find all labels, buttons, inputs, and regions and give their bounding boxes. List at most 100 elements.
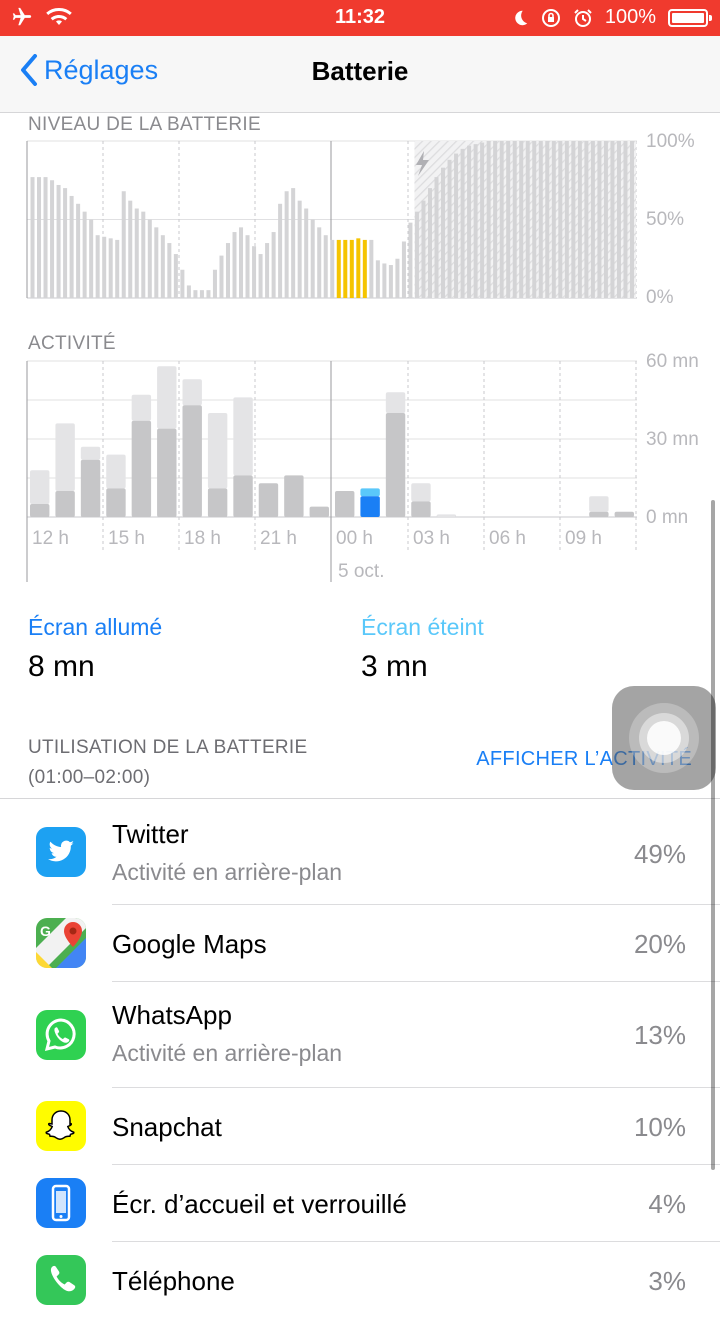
scrollbar[interactable] [711, 500, 715, 1170]
svg-text:G: G [40, 923, 51, 939]
list-item-twitter[interactable]: Twitter Activité en arrière-plan 49% [0, 799, 720, 905]
alarm-icon [574, 8, 592, 27]
battery-bar [460, 148, 465, 298]
twitter-icon [36, 827, 86, 877]
battery-bar [43, 177, 48, 298]
app-name: Twitter [112, 819, 189, 849]
activity-bar-screen-off [157, 366, 177, 429]
app-subtitle: Activité en arrière-plan [112, 859, 343, 885]
battery-bar [219, 255, 224, 298]
battery-bar [401, 241, 406, 298]
battery-bar [167, 243, 172, 298]
battery-bar [506, 141, 511, 298]
assistive-touch-button[interactable] [612, 686, 716, 790]
battery-bar [212, 269, 217, 298]
battery-bar [525, 141, 530, 298]
app-percent: 4% [648, 1189, 686, 1219]
battery-bar [317, 227, 322, 298]
battery-bar [629, 141, 634, 298]
navigation-bar: Réglages Batterie [0, 36, 720, 113]
battery-percent: 100% [604, 6, 656, 28]
battery-bar [597, 141, 602, 298]
battery-bar [304, 208, 309, 298]
activity-x-tick-label: 09 h [565, 528, 602, 549]
activity-bar-screen-off [55, 423, 75, 491]
battery-bar [95, 235, 100, 298]
list-item-google-maps[interactable]: G Google Maps 20% [0, 905, 720, 982]
battery-bar [154, 227, 159, 298]
activity-bar-screen-on [411, 501, 431, 517]
battery-bar [408, 222, 413, 298]
activity-bar-screen-off [385, 392, 406, 413]
battery-bar [577, 141, 582, 298]
activity-bar-screen-off [207, 413, 228, 489]
activity-bar-screen-off [589, 496, 609, 512]
battery-bar [128, 200, 133, 298]
app-usage-list: Twitter Activité en arrière-plan 49% G G… [0, 798, 720, 1319]
page-title: Batterie [311, 56, 409, 86]
battery-bar [82, 211, 87, 298]
activity-bar-screen-off [182, 379, 202, 406]
app-percent: 49% [633, 839, 686, 869]
activity-bar-screen-on [207, 488, 228, 517]
battery-bar [199, 290, 204, 298]
battery-bar [388, 265, 393, 298]
status-right-icons: 100% [511, 6, 712, 29]
battery-bar [147, 219, 152, 298]
activity-axis-0: 0 mn [646, 507, 689, 528]
battery-bar [76, 203, 81, 298]
list-item-whatsapp[interactable]: WhatsApp Activité en arrière-plan 13% [0, 982, 720, 1088]
activity-x-tick-label: 12 h [32, 528, 69, 549]
app-name: Écr. d’accueil et verrouillé [112, 1189, 407, 1219]
activity-bar-screen-on [589, 511, 609, 517]
battery-bar [239, 227, 244, 298]
activity-bar-screen-off [436, 514, 457, 517]
battery-bar [616, 141, 621, 298]
activity-bar-screen-on [157, 428, 177, 517]
activity-bar-screen-on [80, 459, 101, 517]
battery-icon [668, 8, 712, 27]
battery-bar [480, 142, 485, 298]
battery-usage-header: UTILISATION DE LA BATTERIE (01:00–02:00) [28, 733, 308, 793]
activity-bar-screen-on [360, 496, 380, 517]
battery-bar [258, 254, 263, 298]
screen-on-label: Écran allumé [28, 614, 163, 640]
battery-bar [447, 159, 452, 298]
battery-axis-100: 100% [646, 131, 695, 152]
activity-chart [26, 360, 637, 582]
list-item-snapchat[interactable]: Snapchat 10% [0, 1088, 720, 1165]
battery-bar [265, 243, 270, 298]
battery-bar [134, 208, 139, 298]
list-item-phone[interactable]: Téléphone 3% [0, 1242, 720, 1319]
battery-bar [206, 290, 211, 298]
battery-bar [180, 269, 185, 298]
activity-bar-screen-on [30, 504, 50, 517]
battery-axis-50: 50% [646, 209, 685, 230]
activity-bar-screen-on [258, 483, 279, 517]
list-item-home-lock-screen[interactable]: Écr. d’accueil et verrouillé 4% [0, 1165, 720, 1242]
activity-bar-screen-off [80, 446, 101, 460]
battery-bar [336, 239, 341, 298]
battery-bar [232, 232, 237, 298]
battery-bar [186, 285, 191, 298]
battery-bar [590, 141, 595, 298]
battery-bar [56, 184, 61, 298]
battery-bar [115, 239, 120, 298]
phone-icon [36, 1255, 86, 1305]
app-percent: 13% [633, 1020, 686, 1050]
battery-bar [551, 141, 556, 298]
activity-bar-screen-on [55, 491, 75, 517]
battery-bar [558, 141, 563, 298]
battery-bar [545, 141, 550, 298]
google-maps-icon: G [36, 918, 86, 968]
activity-x-tick-label: 18 h [184, 528, 221, 549]
battery-bar [271, 232, 276, 298]
battery-bar [310, 219, 315, 298]
app-name: Snapchat [112, 1112, 222, 1142]
activity-bar-screen-on [335, 491, 355, 517]
battery-usage-title: UTILISATION DE LA BATTERIE [28, 737, 308, 758]
app-percent: 3% [648, 1266, 686, 1296]
battery-bar [323, 235, 328, 298]
activity-x-tick-label: 00 h [336, 528, 373, 549]
activity-bar-screen-on [106, 488, 126, 517]
